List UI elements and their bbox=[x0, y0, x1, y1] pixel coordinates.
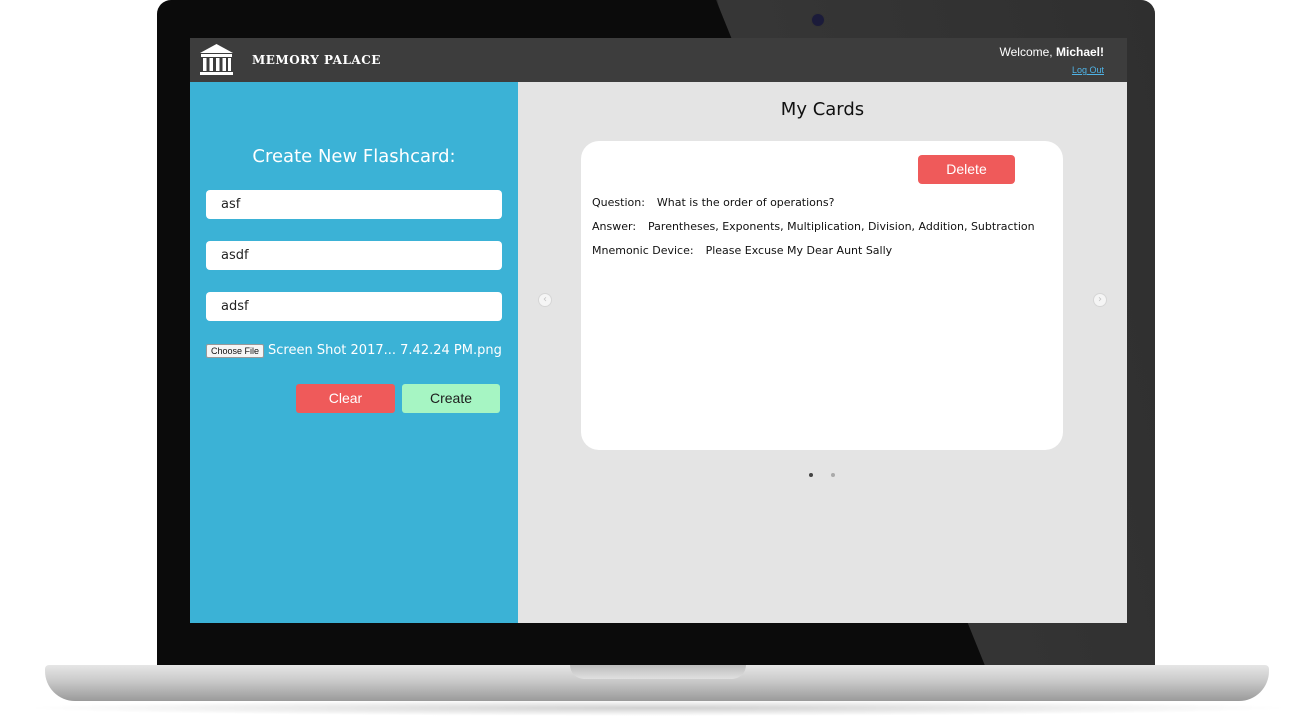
clear-button[interactable]: Clear bbox=[296, 384, 395, 413]
laptop-base-notch bbox=[570, 665, 746, 679]
card-question-row: Question: What is the order of operations… bbox=[592, 196, 834, 209]
answer-label: Answer: bbox=[592, 220, 637, 233]
question-label: Question: bbox=[592, 196, 645, 209]
app-screen: MEMORY PALACE Welcome, Michael! Log Out … bbox=[190, 38, 1127, 623]
question-text: What is the order of operations? bbox=[656, 196, 835, 209]
my-cards-title: My Cards bbox=[780, 99, 865, 120]
chevron-left-icon[interactable]: ‹ bbox=[538, 293, 552, 307]
delete-button[interactable]: Delete bbox=[918, 155, 1015, 184]
mnemonic-text: Please Excuse My Dear Aunt Sally bbox=[705, 244, 893, 257]
question-input[interactable] bbox=[206, 190, 502, 219]
create-flashcard-title: Create New Flashcard: bbox=[252, 146, 456, 167]
answer-text: Parentheses, Exponents, Multiplication, … bbox=[648, 220, 1035, 233]
create-button[interactable]: Create bbox=[402, 384, 500, 413]
choose-file-button[interactable]: Choose File bbox=[206, 343, 265, 358]
flashcard: Delete Question: What is the order of ope… bbox=[581, 141, 1063, 450]
webcam-icon bbox=[811, 13, 825, 27]
card-answer-row: Answer: Parentheses, Exponents, Multiplic… bbox=[592, 220, 1035, 233]
card-mnemonic-row: Mnemonic Device: Please Excuse My Dear Au… bbox=[592, 244, 892, 257]
laptop-shadow bbox=[20, 700, 1295, 716]
selected-file-name: Screen Shot 2017... 7.42.24 PM.png bbox=[268, 343, 502, 358]
chevron-right-icon[interactable]: › bbox=[1093, 293, 1107, 307]
mnemonic-input[interactable] bbox=[206, 292, 502, 321]
mnemonic-label: Mnemonic Device: bbox=[592, 244, 694, 257]
answer-input[interactable] bbox=[206, 241, 502, 270]
welcome-message: Welcome, Michael! bbox=[1000, 45, 1104, 59]
top-bar: MEMORY PALACE Welcome, Michael! Log Out bbox=[190, 38, 1127, 82]
carousel-dot-active[interactable] bbox=[809, 473, 813, 477]
logout-link[interactable]: Log Out bbox=[1072, 65, 1104, 75]
welcome-prefix: Welcome, bbox=[999, 45, 1056, 59]
temple-logo-icon bbox=[200, 44, 233, 75]
username: Michael! bbox=[1055, 45, 1104, 59]
file-picker: Choose File Screen Shot 2017... 7.42.24 P… bbox=[206, 343, 502, 359]
brand-name: MEMORY PALACE bbox=[252, 53, 381, 67]
create-flashcard-panel: Create New Flashcard: Choose FileScreen … bbox=[190, 82, 518, 623]
carousel-dot[interactable] bbox=[831, 473, 835, 477]
